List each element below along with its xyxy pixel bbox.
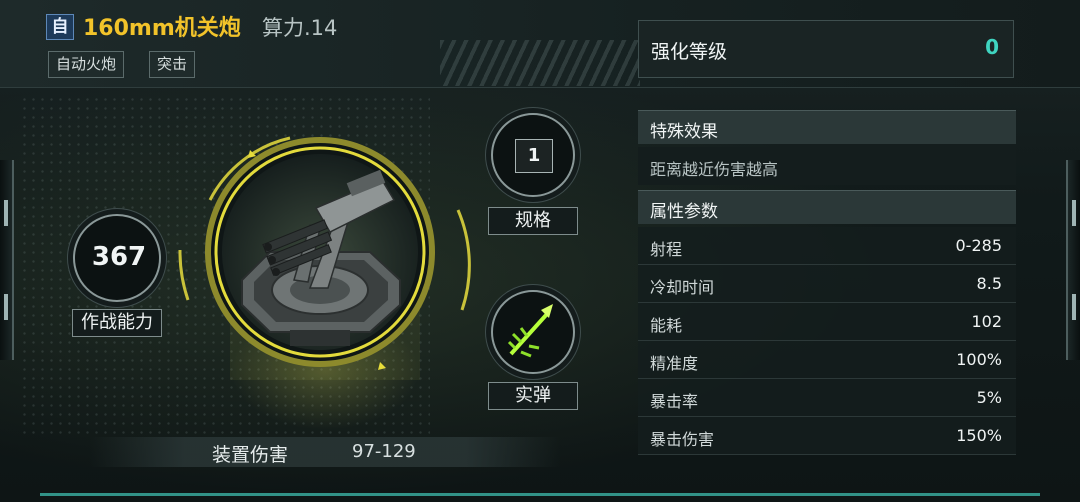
param-name: 暴击率 [650, 392, 699, 411]
param-row-energy: 能耗 102 [638, 303, 1016, 341]
ammo-type-circle[interactable] [491, 290, 575, 374]
damage-bar [90, 437, 560, 467]
special-effect-title: 特殊效果 [650, 122, 718, 142]
tag-auto-cannon: 自动火炮 [48, 51, 125, 78]
ammo-type-label: 实弹 [488, 382, 578, 410]
attributes-title: 属性参数 [650, 202, 718, 222]
special-effect-text: 距离越近伤害越高 [650, 160, 779, 179]
spec-label: 规格 [488, 207, 578, 235]
param-name: 暴击伤害 [650, 430, 715, 449]
param-row-accuracy: 精准度 100% [638, 341, 1016, 379]
param-value: 0-285 [955, 236, 1003, 255]
spec-value: 1 [515, 139, 553, 173]
attributes-header: 属性参数 [638, 190, 1016, 224]
param-row-cooldown: 冷却时间 8.5 [638, 265, 1016, 303]
right-edge [1066, 160, 1080, 360]
combat-power-circle: 367 [73, 214, 161, 302]
param-name: 精准度 [650, 354, 699, 373]
special-effect-row: 距离越近伤害越高 [638, 147, 1016, 185]
ammo-icon [507, 304, 553, 358]
combat-power-label: 作战能力 [72, 309, 162, 337]
device-damage-label: 装置伤害 [212, 444, 289, 466]
turret-display [178, 136, 471, 380]
param-name: 射程 [650, 240, 683, 259]
left-edge [0, 160, 14, 360]
spec-circle[interactable]: 1 [491, 113, 575, 197]
device-damage-value: 97-129 [352, 441, 416, 462]
param-name: 冷却时间 [650, 278, 715, 297]
compute-power: 算力.14 [262, 16, 338, 40]
param-row-range: 射程 0-285 [638, 227, 1016, 265]
param-value: 5% [976, 388, 1002, 407]
param-value: 100% [956, 350, 1002, 369]
param-value: 102 [971, 312, 1002, 331]
weapon-title: 160mm机关炮 [83, 16, 241, 41]
auto-badge: 自 [46, 14, 74, 40]
param-value: 150% [956, 426, 1002, 445]
param-row-crit-rate: 暴击率 5% [638, 379, 1016, 417]
enhance-level-value: 0 [985, 35, 999, 59]
enhance-level-panel: 强化等级 0 [638, 20, 1014, 78]
bottom-glow-line [40, 493, 1040, 496]
header-stripes [440, 40, 640, 86]
param-row-crit-damage: 暴击伤害 150% [638, 417, 1016, 455]
combat-power-value: 367 [91, 242, 147, 272]
enhance-level-label: 强化等级 [651, 41, 728, 63]
param-name: 能耗 [650, 316, 683, 335]
param-value: 8.5 [976, 274, 1002, 293]
tag-assault: 突击 [149, 51, 196, 78]
special-effect-header: 特殊效果 [638, 110, 1016, 144]
